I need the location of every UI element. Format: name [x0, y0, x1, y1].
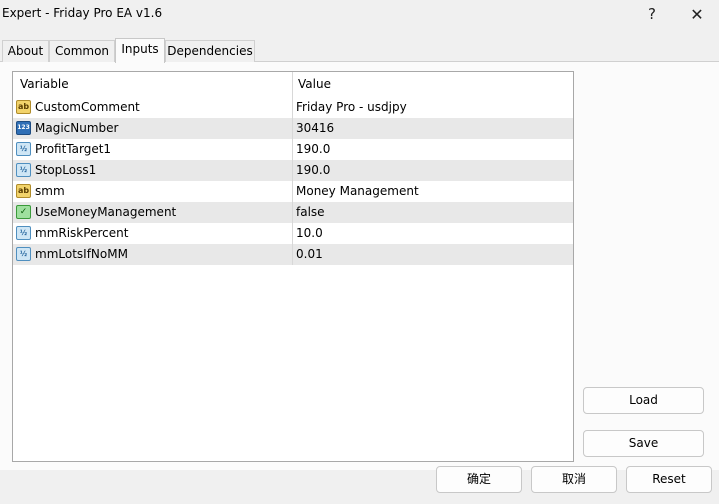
variable-cell: mmLotsIfNoMM	[35, 247, 128, 261]
tab-inputs[interactable]: Inputs	[115, 38, 165, 63]
variable-cell: StopLoss1	[35, 163, 97, 177]
tab-common[interactable]: Common	[49, 40, 115, 62]
table-row[interactable]: ½ mmRiskPercent 10.0	[13, 223, 573, 244]
reset-button[interactable]: Reset	[626, 466, 712, 493]
table-row[interactable]: ✓ UseMoneyManagement false	[13, 202, 573, 223]
value-cell[interactable]: 0.01	[296, 247, 323, 261]
string-icon: ab	[16, 184, 31, 198]
value-cell[interactable]: Friday Pro - usdjpy	[296, 100, 407, 114]
variable-cell: smm	[35, 184, 65, 198]
table-row[interactable]: 123 MagicNumber 30416	[13, 118, 573, 139]
column-header-value[interactable]: Value	[298, 77, 331, 91]
value-cell[interactable]: Money Management	[296, 184, 419, 198]
variable-cell: UseMoneyManagement	[35, 205, 177, 219]
variable-cell: CustomComment	[35, 100, 140, 114]
grid-header: Variable Value	[13, 72, 573, 97]
table-row[interactable]: ab smm Money Management	[13, 181, 573, 202]
value-cell[interactable]: 190.0	[296, 163, 330, 177]
variable-cell: MagicNumber	[35, 121, 119, 135]
close-button[interactable]: ✕	[677, 0, 717, 28]
variable-cell: mmRiskPercent	[35, 226, 129, 240]
window-title: Expert - Friday Pro EA v1.6	[2, 6, 163, 20]
integer-icon: 123	[16, 121, 31, 135]
double-icon: ½	[16, 226, 31, 240]
table-row[interactable]: ½ ProfitTarget1 190.0	[13, 139, 573, 160]
string-icon: ab	[16, 100, 31, 114]
title-bar: Expert - Friday Pro EA v1.6 ? ✕	[0, 0, 719, 28]
inputs-grid: Variable Value ab CustomComment Friday Pro…	[12, 71, 574, 462]
double-icon: ½	[16, 163, 31, 177]
close-icon: ✕	[690, 4, 704, 24]
column-header-variable[interactable]: Variable	[20, 77, 69, 91]
value-cell[interactable]: false	[296, 205, 325, 219]
value-cell[interactable]: 10.0	[296, 226, 323, 240]
table-row[interactable]: ½ mmLotsIfNoMM 0.01	[13, 244, 573, 265]
column-divider	[292, 72, 293, 265]
save-button[interactable]: Save	[583, 430, 704, 457]
help-icon: ?	[648, 5, 656, 23]
table-row[interactable]: ab CustomComment Friday Pro - usdjpy	[13, 97, 573, 118]
variable-cell: ProfitTarget1	[35, 142, 112, 156]
value-cell[interactable]: 30416	[296, 121, 334, 135]
load-button[interactable]: Load	[583, 387, 704, 414]
cancel-button[interactable]: 取消	[531, 466, 617, 493]
tab-about[interactable]: About	[2, 40, 49, 62]
table-row[interactable]: ½ StopLoss1 190.0	[13, 160, 573, 181]
grid-rows: ab CustomComment Friday Pro - usdjpy 123 Mag…	[13, 97, 573, 265]
ok-button[interactable]: 确定	[436, 466, 522, 493]
help-button[interactable]: ?	[632, 0, 672, 28]
value-cell[interactable]: 190.0	[296, 142, 330, 156]
double-icon: ½	[16, 247, 31, 261]
double-icon: ½	[16, 142, 31, 156]
tab-dependencies[interactable]: Dependencies	[165, 40, 255, 62]
bool-icon: ✓	[16, 205, 31, 219]
